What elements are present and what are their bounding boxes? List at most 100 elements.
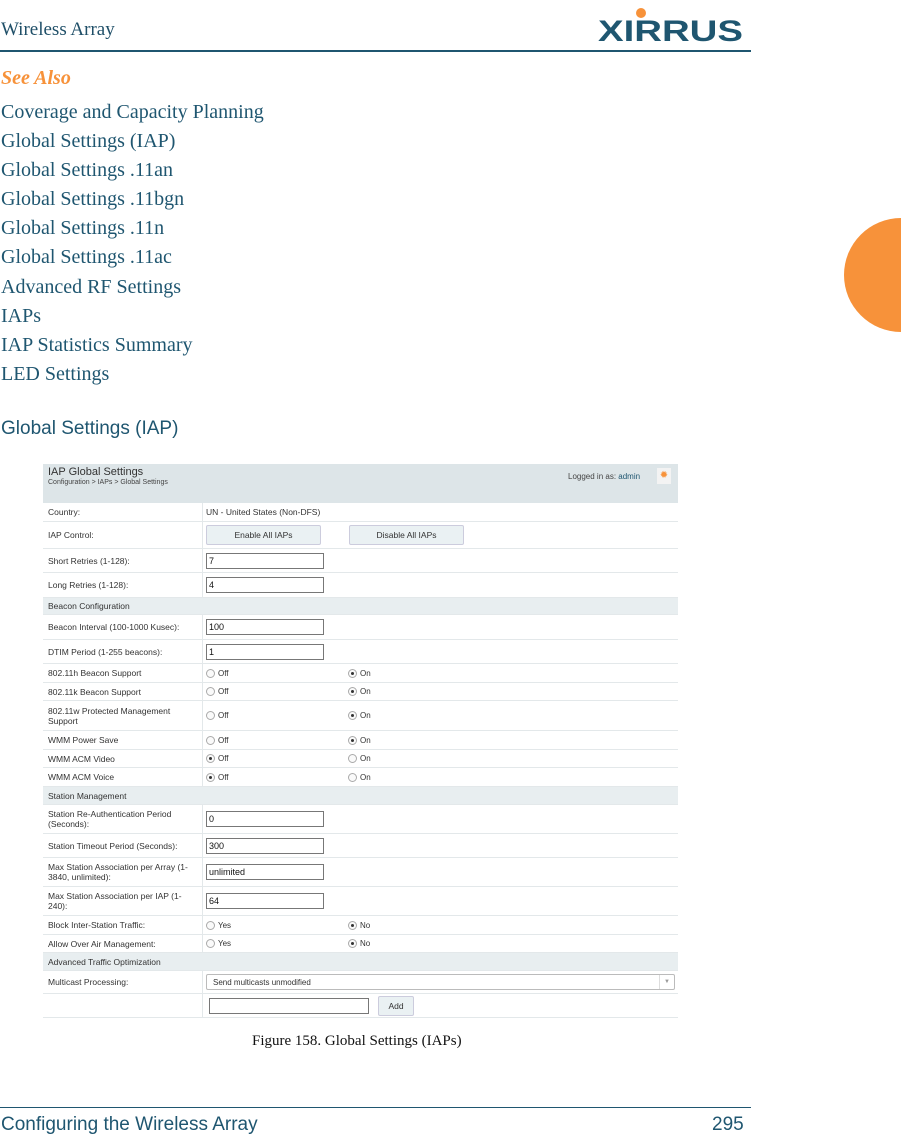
add-button[interactable]: Add [378, 995, 414, 1016]
add-input[interactable] [209, 997, 369, 1014]
radio-option-on[interactable]: On [348, 735, 490, 745]
login-status: Logged in as: admin [568, 472, 640, 481]
radio-label: On [360, 711, 371, 720]
see-also-link[interactable]: LED Settings [1, 360, 264, 389]
text-input[interactable]: 100 [206, 619, 324, 635]
radio-button[interactable] [348, 920, 357, 930]
radio-button[interactable] [348, 711, 357, 720]
field-value: Send multicasts unmodified ▼ [203, 971, 678, 993]
field-label: Allow Over Air Management: [43, 935, 203, 952]
settings-row: Long Retries (1-128): 4 [43, 573, 678, 598]
field-value: Add [203, 994, 678, 1017]
radio-label: Off [218, 735, 229, 745]
see-also-link[interactable]: Global Settings .11ac [1, 243, 264, 272]
field-value: 100 [203, 615, 678, 639]
field-label: Max Station Association per IAP (1-240): [43, 887, 203, 915]
radio-button[interactable] [348, 668, 357, 678]
radio-button[interactable] [206, 711, 215, 720]
radio-button[interactable] [206, 735, 215, 745]
chevron-down-icon[interactable]: ▼ [659, 975, 674, 989]
see-also-link[interactable]: Global Settings .11n [1, 214, 264, 243]
field-value: 1 [203, 640, 678, 663]
settings-row: Add [43, 994, 678, 1018]
field-label: Short Retries (1-128): [43, 549, 203, 572]
radio-button[interactable] [348, 939, 357, 948]
select-value: Send multicasts unmodified [213, 977, 311, 987]
country-value: UN - United States (Non-DFS) [206, 507, 321, 517]
radio-option-off[interactable]: Off [206, 735, 348, 745]
xirrus-logo: XIRRUS [598, 8, 743, 44]
radio-button[interactable] [206, 668, 215, 678]
radio-button[interactable] [348, 754, 357, 763]
text-input[interactable]: 0 [206, 811, 324, 827]
radio-option-yes[interactable]: Yes [206, 939, 348, 948]
radio-button[interactable] [348, 735, 357, 745]
radio-option-on[interactable]: On [348, 711, 490, 720]
radio-option-on[interactable]: On [348, 772, 490, 782]
see-also-link[interactable]: Global Settings .11an [1, 156, 264, 185]
settings-row: WMM Power Save Off On [43, 731, 678, 750]
see-also-link[interactable]: Global Settings (IAP) [1, 127, 264, 156]
radio-label: Off [218, 687, 229, 696]
login-user[interactable]: admin [618, 472, 640, 481]
text-input[interactable]: 7 [206, 552, 324, 569]
see-also-link[interactable]: Global Settings .11bgn [1, 185, 264, 214]
radio-option-off[interactable]: Off [206, 687, 348, 696]
radio-label: On [360, 687, 371, 696]
field-value: 64 [203, 887, 678, 915]
see-also-link[interactable]: IAPs [1, 302, 264, 331]
see-also-links: Coverage and Capacity Planning Global Set… [1, 98, 264, 389]
radio-option-off[interactable]: Off [206, 711, 348, 720]
settings-table: Country: UN - United States (Non-DFS) IAP … [43, 503, 678, 1018]
radio-option-on[interactable]: On [348, 687, 490, 696]
text-input[interactable]: 1 [206, 643, 324, 660]
radio-option-off[interactable]: Off [206, 772, 348, 782]
field-label: Beacon Interval (100-1000 Kusec): [43, 615, 203, 639]
radio-option-on[interactable]: On [348, 668, 490, 678]
radio-button[interactable] [206, 939, 215, 948]
radio-option-off[interactable]: Off [206, 754, 348, 763]
radio-button[interactable] [206, 687, 215, 696]
text-input[interactable]: 4 [206, 577, 324, 593]
field-label: DTIM Period (1-255 beacons): [43, 640, 203, 663]
field-label: Long Retries (1-128): [43, 573, 203, 597]
text-input[interactable]: 300 [206, 837, 324, 854]
breadcrumb: Configuration > IAPs > Global Settings [48, 479, 168, 486]
see-also-link[interactable]: Coverage and Capacity Planning [1, 98, 264, 127]
section-header: Station Management [43, 787, 678, 805]
svg-text:XIRRUS: XIRRUS [598, 15, 743, 44]
section-title: Global Settings (IAP) [1, 418, 179, 439]
footer-rule [0, 1107, 751, 1108]
radio-label: On [360, 735, 371, 745]
settings-row: Block Inter-Station Traffic: Yes No [43, 916, 678, 935]
radio-option-yes[interactable]: Yes [206, 920, 348, 930]
enable-all-iaps-button[interactable]: Enable All IAPs [206, 525, 321, 545]
field-label: 802.11w Protected Management Support [43, 701, 203, 730]
radio-label: Yes [218, 920, 232, 930]
radio-option-off[interactable]: Off [206, 668, 348, 678]
text-input[interactable]: unlimited [206, 864, 324, 880]
settings-row: Station Timeout Period (Seconds): 300 [43, 834, 678, 858]
radio-button[interactable] [348, 772, 357, 782]
settings-row: 802.11w Protected Management Support Off O… [43, 701, 678, 731]
radio-button[interactable] [206, 754, 215, 763]
chapter-tab-marker [844, 218, 901, 332]
settings-row: Short Retries (1-128): 7 [43, 549, 678, 573]
text-input[interactable]: 64 [206, 893, 324, 909]
see-also-link[interactable]: Advanced RF Settings [1, 273, 264, 302]
settings-row: WMM ACM Voice Off On [43, 768, 678, 787]
gear-icon[interactable]: ✹ [657, 468, 671, 484]
field-label: WMM ACM Voice [43, 768, 203, 786]
radio-button[interactable] [206, 920, 215, 930]
multicast-processing-select[interactable]: Send multicasts unmodified ▼ [206, 974, 675, 990]
field-value: Off On [203, 768, 678, 786]
radio-option-no[interactable]: No [348, 939, 490, 948]
radio-label: No [360, 939, 371, 948]
see-also-link[interactable]: IAP Statistics Summary [1, 331, 264, 360]
settings-row: IAP Control: Enable All IAPs Disable All I… [43, 522, 678, 549]
radio-button[interactable] [206, 772, 215, 782]
radio-option-no[interactable]: No [348, 920, 490, 930]
radio-button[interactable] [348, 687, 357, 696]
disable-all-iaps-button[interactable]: Disable All IAPs [349, 525, 464, 545]
radio-option-on[interactable]: On [348, 754, 490, 763]
